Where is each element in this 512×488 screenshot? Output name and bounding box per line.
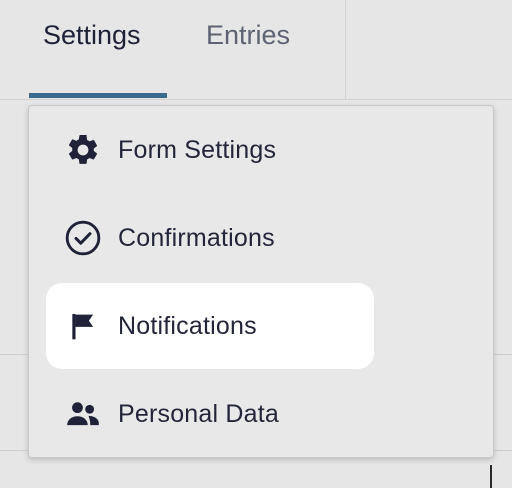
check-circle-icon: [64, 219, 102, 257]
tab-bar: Settings Entries: [0, 0, 512, 100]
active-tab-indicator: [29, 93, 167, 98]
flag-icon: [64, 307, 102, 345]
menu-item-notifications[interactable]: Notifications: [46, 283, 374, 369]
menu-item-label: Form Settings: [118, 135, 277, 164]
app-stage: Settings Entries Form Settings Confirmat…: [0, 0, 512, 488]
tab-entries[interactable]: Entries: [206, 0, 290, 100]
menu-item-form-settings[interactable]: Form Settings: [46, 107, 374, 193]
menu-item-confirmations[interactable]: Confirmations: [46, 195, 374, 281]
gear-icon: [64, 131, 102, 169]
background-fragment: [490, 465, 512, 488]
tab-settings[interactable]: Settings: [43, 0, 141, 100]
users-icon: [64, 395, 102, 433]
menu-item-label: Confirmations: [118, 223, 275, 252]
tab-divider: [345, 0, 346, 99]
menu-item-label: Personal Data: [118, 399, 280, 428]
menu-item-personal-data[interactable]: Personal Data: [46, 371, 374, 457]
menu-item-label: Notifications: [118, 311, 257, 340]
settings-dropdown-menu: Form Settings Confirmations Notification…: [28, 105, 494, 458]
